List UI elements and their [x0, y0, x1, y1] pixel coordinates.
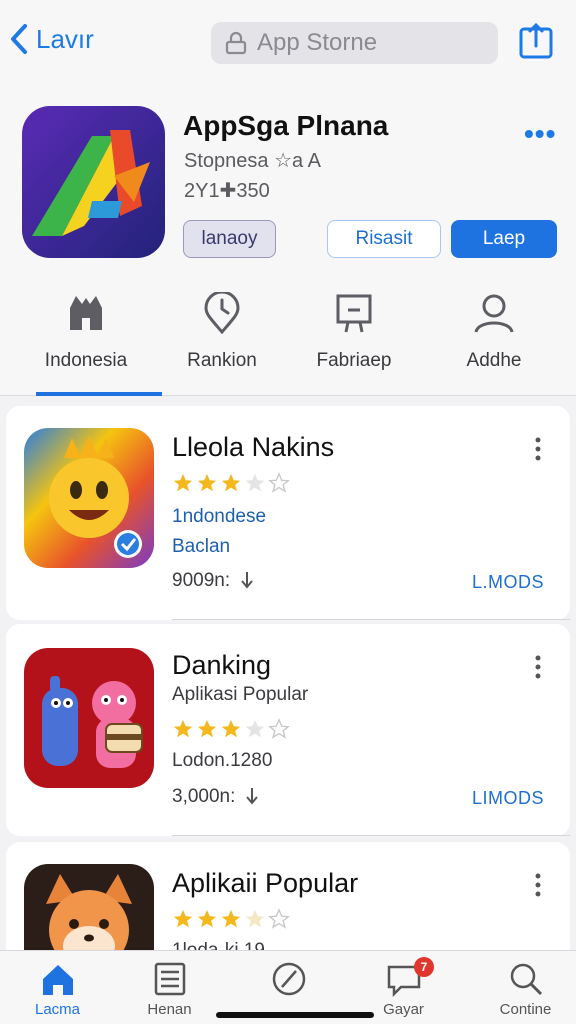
- nav-label: Gayar: [383, 1001, 424, 1018]
- search-icon: [510, 963, 542, 996]
- tab-rankion[interactable]: Rankion: [150, 278, 294, 396]
- list-item[interactable]: Lleola Nakins 1ndondese Baclan 9009n: L.…: [6, 406, 570, 620]
- home-icon: [42, 965, 73, 995]
- star-rating: [172, 908, 290, 930]
- app-icon: [24, 648, 154, 788]
- app-meta: Lodon.1280: [172, 750, 273, 771]
- secondary-button[interactable]: lanaoy: [183, 220, 276, 258]
- home-indicator: [216, 1012, 374, 1018]
- app-region: 1ndondese: [172, 506, 267, 527]
- tab-label: Fabriaep: [316, 350, 392, 371]
- download-count-text: 3,000n:: [172, 786, 236, 807]
- star-icon: [173, 473, 193, 492]
- app-category: Baclan: [172, 536, 231, 557]
- location-clock-icon: [204, 292, 240, 334]
- star-empty-icon: [245, 473, 265, 492]
- back-label: Lavır: [36, 23, 94, 54]
- app-meta: 2Y1✚350: [184, 180, 270, 202]
- tab-addhe[interactable]: Addhe: [422, 278, 566, 396]
- nav-home[interactable]: Lacma: [0, 951, 115, 1024]
- star-icon: [173, 719, 193, 738]
- board-icon: [336, 294, 372, 333]
- more-options-icon[interactable]: [530, 654, 546, 680]
- download-icon: [246, 788, 259, 805]
- star-empty-icon: [268, 718, 290, 739]
- app-name: Aplikaii Popular: [172, 868, 359, 898]
- star-icon: [197, 473, 217, 492]
- star-icon: [221, 473, 241, 492]
- tab-label: Indonesia: [44, 350, 128, 371]
- download-count: 9009n:: [172, 570, 256, 592]
- divider: [172, 619, 570, 620]
- person-icon: [474, 294, 514, 333]
- outline-button[interactable]: Risasit: [327, 220, 441, 258]
- nav-list[interactable]: Henan: [112, 951, 227, 1024]
- app-subtitle: Aplikasi Popular: [172, 684, 309, 705]
- app-subtitle: Stopnesa ☆a A: [184, 150, 321, 172]
- star-empty-icon: [245, 909, 265, 928]
- divider: [172, 835, 570, 836]
- share-icon[interactable]: [518, 22, 554, 60]
- list-item[interactable]: Aplikaii Popular 1loda-ki 19: [6, 842, 570, 1004]
- tab-indonesia[interactable]: Indonesia: [14, 278, 162, 396]
- download-count-text: 9009n:: [172, 570, 231, 591]
- star-icon: [173, 909, 193, 928]
- tab-label: Rankion: [187, 350, 257, 371]
- back-button[interactable]: Lavır: [8, 22, 94, 56]
- chevron-left-icon: [11, 24, 27, 54]
- mods-button[interactable]: LIMODS: [472, 788, 544, 809]
- more-options-icon[interactable]: •••: [524, 118, 556, 150]
- more-options-icon[interactable]: [530, 436, 546, 462]
- star-rating: [172, 472, 290, 494]
- category-tabs: Indonesia Rankion Fabriaep Addhe: [0, 278, 576, 396]
- download-icon: [241, 572, 253, 589]
- store-icon: [70, 296, 102, 330]
- list-item[interactable]: Danking Aplikasi Popular Lodon.1280 3,00…: [6, 624, 570, 836]
- nav-label: Henan: [147, 1001, 192, 1018]
- app-name: Lleola Nakins: [172, 432, 335, 462]
- nav-search[interactable]: Contine: [468, 951, 576, 1024]
- star-icon: [197, 719, 217, 738]
- star-empty-icon: [268, 472, 290, 493]
- star-empty-icon: [245, 719, 265, 738]
- star-rating: [172, 718, 290, 740]
- primary-button[interactable]: Laep: [451, 220, 557, 258]
- star-empty-icon: [268, 908, 290, 929]
- app-icon: [24, 428, 154, 568]
- tab-label: Addhe: [466, 350, 522, 371]
- app-header: AppSga Plnana Stopnesa ☆a A 2Y1✚350 ••• …: [0, 88, 576, 278]
- compass-icon: [272, 962, 305, 996]
- search-input[interactable]: App Storne: [211, 22, 498, 64]
- search-placeholder: App Storne: [257, 29, 378, 56]
- star-icon: [221, 909, 241, 928]
- download-count: 3,000n:: [172, 786, 261, 808]
- tab-fabriaep[interactable]: Fabriaep: [282, 278, 426, 396]
- app-icon[interactable]: [22, 106, 165, 258]
- app-title: AppSga Plnana: [183, 110, 389, 141]
- top-bar: Lavır App Storne: [0, 0, 576, 88]
- nav-label: Contine: [499, 1001, 552, 1018]
- lock-icon: [225, 31, 247, 55]
- app-name: Danking: [172, 650, 272, 680]
- star-icon: [221, 719, 241, 738]
- list-icon: [154, 962, 185, 996]
- notification-badge: 7: [414, 957, 434, 977]
- mods-button[interactable]: L.MODS: [472, 572, 544, 593]
- more-options-icon[interactable]: [530, 872, 546, 898]
- nav-label: Lacma: [34, 1001, 81, 1018]
- star-icon: [197, 909, 217, 928]
